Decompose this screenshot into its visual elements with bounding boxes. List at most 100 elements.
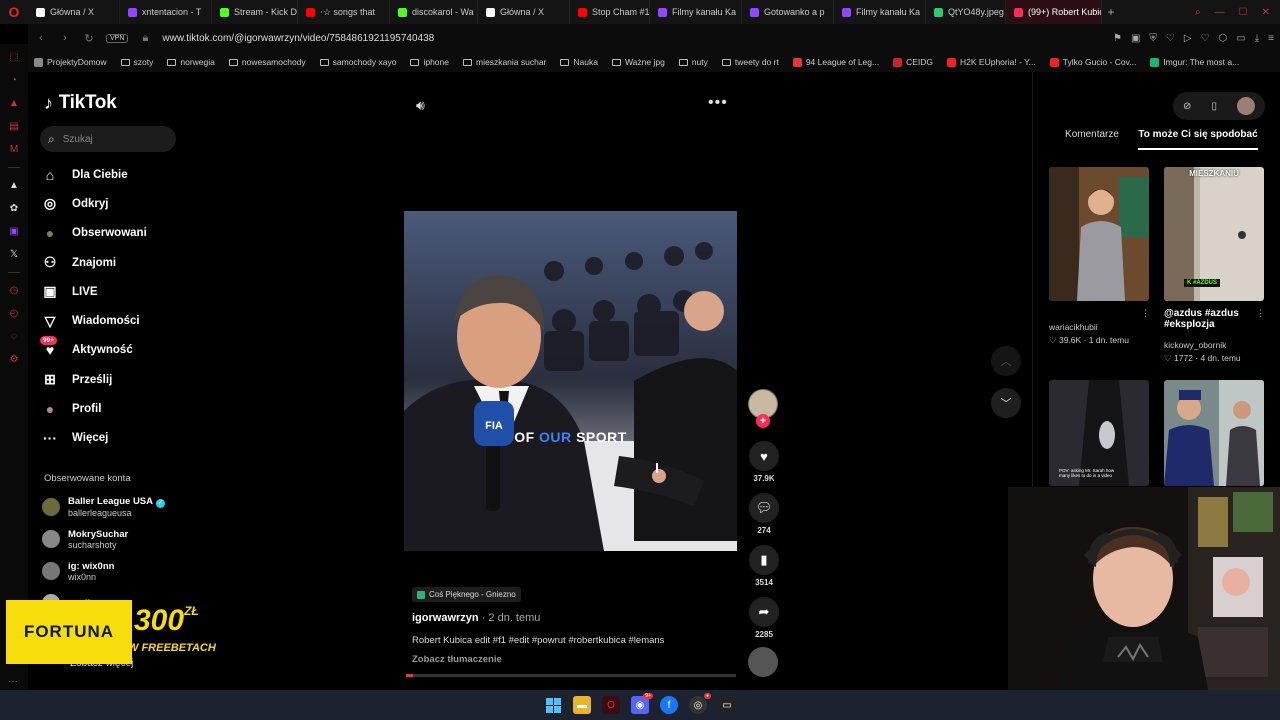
browser-tab[interactable]: Filmy kanału Ka (650, 0, 742, 24)
browser-tab[interactable]: Stream - Kick D (212, 0, 298, 24)
followed-account[interactable]: Baller League USA ✓ ballerleagueusa (42, 491, 202, 523)
opera-taskbar-icon[interactable]: O (602, 696, 620, 714)
thumb-2-more-icon[interactable]: ⋮ (1256, 308, 1265, 319)
bookmark-item[interactable]: ProjektyDomow (34, 57, 107, 67)
follow-plus-button[interactable]: + (756, 414, 770, 428)
opera-logo-icon[interactable]: O (0, 0, 28, 24)
settings-icon[interactable]: ⚙ (10, 354, 19, 365)
chatgpt-icon[interactable]: ✿ (10, 203, 18, 214)
sound-tag[interactable]: Coś Pięknego - Gniezno (412, 587, 521, 602)
save-button[interactable]: ▮ 3514 (747, 545, 781, 587)
nav-item-wiadomości[interactable]: ▽ Wiadomości (40, 306, 210, 335)
wallet-icon[interactable]: ▭ (1236, 33, 1245, 44)
followed-account[interactable]: ig: wix0nn wix0nn (42, 555, 202, 587)
thumb-1-user[interactable]: wariacikhubii (1049, 322, 1098, 332)
obs-icon[interactable]: ◎ ● (689, 693, 711, 714)
aria-icon[interactable]: ▲ (9, 98, 19, 109)
browser-tab[interactable]: QtYO48y.jpeg (926, 0, 1006, 24)
more-dots-icon[interactable]: ··· (8, 676, 18, 687)
speed-dial-icon[interactable]: ◔ (11, 75, 17, 86)
minimize-button[interactable]: — (1215, 7, 1225, 18)
x-icon[interactable]: 𝕏 (10, 249, 18, 260)
thumb-1-more-icon[interactable]: ⋮ (1141, 308, 1150, 319)
nav-item-live[interactable]: ▣ LIVE (40, 277, 210, 306)
bookmark-item[interactable]: nuty (678, 57, 708, 67)
user-avatar[interactable] (1236, 97, 1255, 115)
nav-item-obserwowani[interactable]: ● Obserwowani (40, 219, 210, 248)
browser-tab[interactable]: Stop Cham #13 (570, 0, 650, 24)
url-field[interactable]: www.tiktok.com/@igorwawrzyn/video/758486… (162, 33, 434, 44)
menu-icon[interactable]: ≡ (1268, 33, 1274, 44)
browser-tab[interactable]: (99+) Robert Kubica e✕ (1006, 0, 1102, 24)
tab-recommended[interactable]: To może Ci się spodobać (1138, 129, 1258, 150)
video-player[interactable]: FIA OF OUR SPORT (404, 211, 737, 551)
recommended-thumb-1[interactable] (1049, 167, 1149, 301)
like-button[interactable]: ♥ 37.9K (747, 441, 781, 483)
volume-icon[interactable]: 🔊︎ (416, 97, 425, 114)
facebook-icon[interactable]: f (660, 696, 678, 714)
previous-video-button[interactable]: ︿ (991, 346, 1021, 376)
device-icon[interactable]: ▯ (1211, 101, 1217, 112)
video-author[interactable]: igorwawrzyn · 2 dn. temu (412, 612, 540, 624)
next-video-button[interactable]: ﹀ (991, 388, 1021, 418)
maximize-button[interactable]: ☐ (1239, 7, 1248, 18)
heart-icon[interactable]: ♡ (1166, 33, 1175, 44)
play-icon[interactable]: ▷ (1184, 33, 1192, 44)
bookmark-item[interactable]: Tylko Gucio - Cov... (1049, 57, 1136, 67)
bookmark-item[interactable]: norwegia (167, 57, 215, 67)
bookmark-item[interactable]: tweety do rt (721, 57, 779, 67)
tab-comments[interactable]: Komentarze (1046, 129, 1138, 150)
bookmark-item[interactable]: Ważne jpg (611, 57, 665, 67)
browser-tab[interactable]: xntentacion - T (120, 0, 212, 24)
discord-icon[interactable]: ◉ 9+ (631, 693, 653, 714)
nav-item-profil[interactable]: ● Profil (40, 394, 210, 423)
comment-button[interactable]: 💬︎ 274 (747, 493, 781, 535)
vpn-badge[interactable]: VPN (106, 33, 129, 43)
nav-item-prześlij[interactable]: ⊞ Prześlij (40, 365, 210, 394)
recommended-thumb-3[interactable]: POV: asking Mr. Sarah how many likes to … (1049, 380, 1149, 486)
video-progress-bar[interactable] (406, 674, 736, 677)
back-icon[interactable]: ‹ (34, 32, 48, 44)
music-disc-avatar[interactable] (748, 647, 778, 677)
lock-icon[interactable]: 🔒︎ (138, 32, 152, 45)
new-tab-button[interactable]: + (1102, 5, 1120, 19)
home-icon[interactable]: ⬚ (9, 52, 18, 63)
aria-ai-icon[interactable]: ▲ (9, 180, 19, 191)
bookmark-icon[interactable]: ⚑ (1113, 33, 1122, 44)
browser-tab[interactable]: Główna / X (28, 0, 120, 24)
thumb-2-user[interactable]: kickowy_obornik (1164, 340, 1226, 350)
search-input[interactable]: ⌕ Szukaj (40, 126, 176, 152)
history-icon[interactable]: ◷ (10, 285, 19, 296)
browser-tab[interactable]: Gotowanko a p (742, 0, 834, 24)
bookmark-item[interactable]: nowesamochody (228, 57, 306, 67)
bookmark-item[interactable]: 94 League of Leg... (792, 57, 879, 67)
nav-item-znajomi[interactable]: ⚇ Znajomi (40, 248, 210, 277)
clock-icon[interactable]: ◴ (10, 308, 19, 319)
translate-link[interactable]: Zobacz tłumaczenie (412, 654, 502, 665)
reload-icon[interactable]: ↻ (82, 32, 96, 45)
download-icon[interactable]: ⤓ (1255, 33, 1259, 44)
bookmark-item[interactable]: samochody xayo (319, 57, 396, 67)
extensions-icon[interactable]: ⬡ (1219, 33, 1228, 44)
messenger-icon[interactable]: ▤ (9, 121, 18, 132)
forward-icon[interactable]: › (58, 32, 72, 44)
pin-icon[interactable]: ◌ (11, 331, 17, 342)
windows-start-icon[interactable] (544, 696, 562, 714)
mail-icon[interactable]: M (10, 144, 18, 155)
more-options-icon[interactable]: ••• (708, 94, 728, 112)
snapshot-icon[interactable]: ▣ (1131, 33, 1140, 44)
heart-outline-icon[interactable]: ♡ (1201, 33, 1210, 44)
recommended-thumb-4[interactable] (1164, 380, 1264, 486)
nav-item-odkryj[interactable]: ◎ Odkryj (40, 189, 210, 218)
author-username[interactable]: igorwawrzyn (412, 612, 479, 624)
file-explorer-icon[interactable]: ▬ (573, 696, 591, 714)
twitch-icon[interactable]: ▣ (9, 226, 18, 237)
bookmark-item[interactable]: Imgur: The most a... (1150, 57, 1239, 67)
browser-tab[interactable]: Główna / X (478, 0, 570, 24)
bookmark-item[interactable]: iphone (410, 57, 449, 67)
tiktok-logo[interactable]: ♪ TikTok (44, 92, 117, 114)
bookmark-item[interactable]: CEIDG (893, 57, 933, 67)
nav-item-dla-ciebie[interactable]: ⌂ Dla Ciebie (40, 160, 210, 189)
share-button[interactable]: ➦ 2285 (747, 597, 781, 639)
bookmark-item[interactable]: H2K EUphoria! - Y... (947, 57, 1036, 67)
